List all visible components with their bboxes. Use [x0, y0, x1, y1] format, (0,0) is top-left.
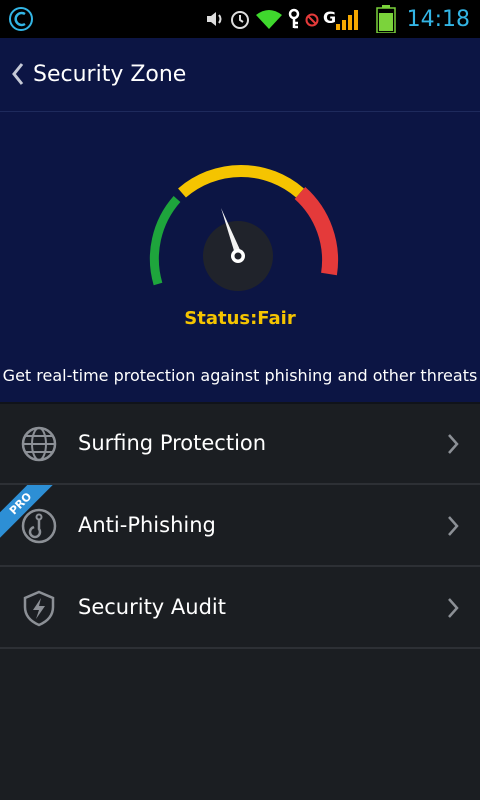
- protection-description: Get real-time protection against phishin…: [2, 366, 478, 385]
- chevron-right-icon: [448, 434, 459, 454]
- shield-lightning-icon: [23, 590, 55, 627]
- security-status-panel: Status:Fair Get real-time protection aga…: [0, 112, 480, 404]
- signal-icon: G: [323, 8, 358, 30]
- surfing-protection-item[interactable]: Surfing Protection: [0, 403, 480, 485]
- security-gauge: [149, 165, 339, 291]
- menu-item-label: Security Audit: [78, 595, 226, 619]
- feature-list: Surfing Protection PRO Anti-Phishing Sec…: [0, 403, 480, 649]
- gauge-segment-fair: [178, 165, 304, 198]
- alarm-icon: [231, 11, 249, 29]
- menu-item-label: Anti-Phishing: [78, 513, 216, 537]
- status-label: Status:Fair: [184, 308, 296, 329]
- globe-icon: [21, 426, 57, 462]
- no-sim-icon: [305, 13, 319, 27]
- gauge-segment-poor: [294, 187, 339, 276]
- clock: 14:18: [406, 7, 470, 32]
- app-c-icon: [9, 7, 33, 31]
- wifi-icon: [256, 10, 282, 29]
- status-bar: G 14:18: [0, 0, 480, 38]
- security-audit-item[interactable]: Security Audit: [0, 567, 480, 649]
- anti-phishing-item[interactable]: PRO Anti-Phishing: [0, 485, 480, 567]
- menu-item-label: Surfing Protection: [78, 431, 267, 455]
- svg-text:G: G: [323, 8, 336, 27]
- chevron-right-icon: [448, 598, 459, 618]
- battery-icon: [376, 5, 396, 33]
- gauge-segment-good: [149, 196, 181, 286]
- status-icons: G: [205, 5, 397, 33]
- back-chevron-icon[interactable]: [10, 60, 26, 88]
- key-icon: [288, 8, 300, 29]
- page-title: Security Zone: [33, 62, 187, 87]
- chevron-right-icon: [448, 516, 459, 536]
- volume-icon: [207, 12, 222, 26]
- app-header: Security Zone: [0, 38, 480, 112]
- hook-icon: [21, 508, 57, 544]
